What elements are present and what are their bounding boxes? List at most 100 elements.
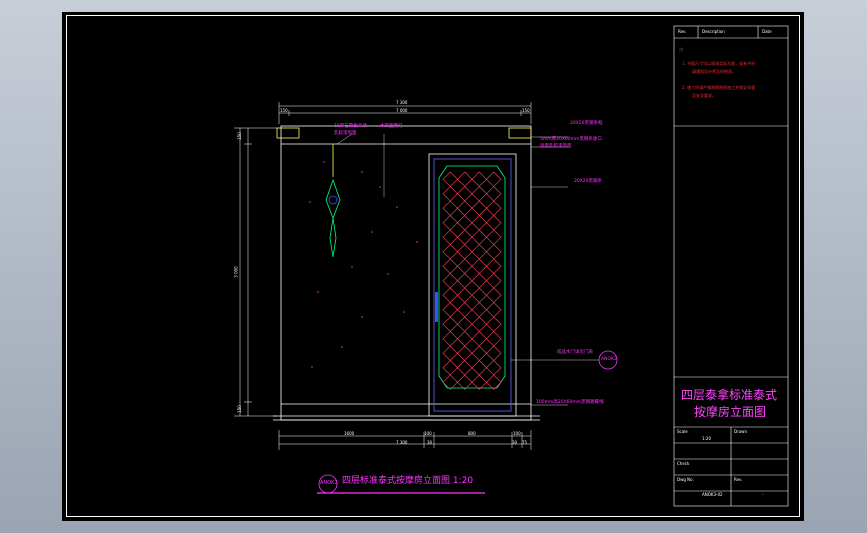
lattice-diamond [442,273,458,289]
dim-left-total: 3 000 [233,266,239,278]
dim-top-total: 7 300 [396,100,408,105]
lattice-diamond [486,374,502,390]
lattice-diamond [471,316,487,332]
drawing-sheet: 7 300 150 7 000 150 3 000 150 150 1600 1… [62,12,804,521]
wall-lamp [325,144,341,258]
tb-project-title-2: 按摩房立面图 [694,405,767,419]
lattice-diamond [486,229,502,245]
lattice-diamond [471,360,487,376]
lattice-diamond [486,302,502,318]
lattice-diamond [442,316,458,332]
lattice-diamond [442,331,458,347]
lattice-diamond [442,215,458,231]
lattice-diamond [486,215,502,231]
tb-check-label: Check [677,461,690,466]
door-lattice [442,171,502,390]
lattice-diamond [442,171,458,187]
note-steel-strip: 20X20黑钢条 [574,179,603,184]
note-door: 成品木门详见门表 [557,350,593,355]
note-wall-lamp: 木饰面壁灯 [380,124,403,129]
lattice-diamond [471,302,487,318]
dim-bottom-1: 1600 [344,431,355,436]
cornice-left [276,127,300,139]
dim-left-top: 150 [236,132,242,140]
drawing-caption: 四层标准泰式按摩房立面图 1:20 [342,476,474,486]
lattice-diamond [486,200,502,216]
lattice-diamond [457,287,473,303]
lattice-diamond [457,171,473,187]
lattice-diamond [471,229,487,245]
tb-rev-value: - [762,492,764,497]
tb-drawn-label: Drawn [734,429,747,434]
lattice-diamond [457,374,473,390]
lattice-diamond [471,244,487,260]
note-skirting: 100mm高20X60mm黑钢踢脚线 [536,400,604,405]
lattice-diamond [486,258,502,274]
dim-bottom-b: 30 [512,440,518,445]
lattice-diamond [442,345,458,361]
lattice-diamond [471,331,487,347]
tb-note-2b: 及安全要求。 [692,93,716,98]
lattice-diamond [471,186,487,202]
lattice-diamond [486,273,502,289]
dim-bottom-c: 75 [522,440,528,445]
dim-bottom-a: 30 [427,440,433,445]
lattice-diamond [486,186,502,202]
lattice-diamond [471,287,487,303]
top-dimension [278,102,532,124]
lattice-diamond [457,316,473,332]
lattice-diamond [471,171,487,187]
tb-note-1b: 请通知设计师及时修改。 [692,69,736,74]
tb-note-2: 2. 施工时请严格按照图纸施工并保证质量 [682,85,756,90]
sheet-border [66,15,800,517]
title-block-frame [673,25,789,507]
note-steel-trim: 5mm厚20X60mm黑钢条收口 [540,137,602,142]
dim-top-left: 150 [280,108,288,113]
lattice-diamond [471,345,487,361]
tb-notes-label: 注: [679,47,685,52]
lattice-diamond [457,215,473,231]
note-ceiling: 10厚石膏板吊顶 [334,124,367,129]
tb-scale-label: Scale [677,429,688,434]
lattice-diamond [442,186,458,202]
tb-header-rev: Rev. [678,29,687,34]
lattice-diamond [457,186,473,202]
lattice-diamond [486,244,502,260]
lattice-diamond [457,345,473,361]
note-steel-frame: 20X20黑钢条框 [570,121,603,126]
lattice-diamond [442,200,458,216]
dim-top-mid: 7 000 [396,108,408,113]
tb-project-title-1: 四层泰拿标准泰式 [681,388,778,402]
tb-note-1: 1. 书面尺寸均以现场实际为准，如有不符 [682,61,756,66]
note-door-tag: ANOK2 [601,357,617,362]
dim-bottom-3: 800 [468,431,476,436]
tb-header-date: Date [762,29,772,34]
lattice-diamond [486,331,502,347]
lattice-diamond [442,229,458,245]
lattice-diamond [457,258,473,274]
note-ceiling-finish: 乳胶漆饰面 [334,131,357,136]
left-dimension [234,127,277,417]
lattice-diamond [457,229,473,245]
lattice-diamond [486,287,502,303]
lattice-diamond [457,273,473,289]
dim-left-bottom: 150 [236,405,242,413]
leader-lines [336,133,599,406]
tb-header-desc: Description [702,29,725,34]
lattice-diamond [471,258,487,274]
lattice-diamond [486,360,502,376]
lattice-diamond [486,171,502,187]
dim-bottom-total: 7 300 [396,440,408,445]
lattice-diamond [471,374,487,390]
wall-pattern [309,161,418,368]
dim-bottom-4: 100 [513,431,521,436]
tb-scale-value: 1:20 [702,436,711,441]
lattice-diamond [471,200,487,216]
tb-dwg-label: Dwg No. [677,477,694,482]
lattice-diamond [457,360,473,376]
lattice-diamond [442,360,458,376]
tb-rev-label: Rev. [734,477,743,482]
lattice-diamond [457,331,473,347]
dim-bottom-2: 100 [424,431,432,436]
lattice-diamond [442,244,458,260]
